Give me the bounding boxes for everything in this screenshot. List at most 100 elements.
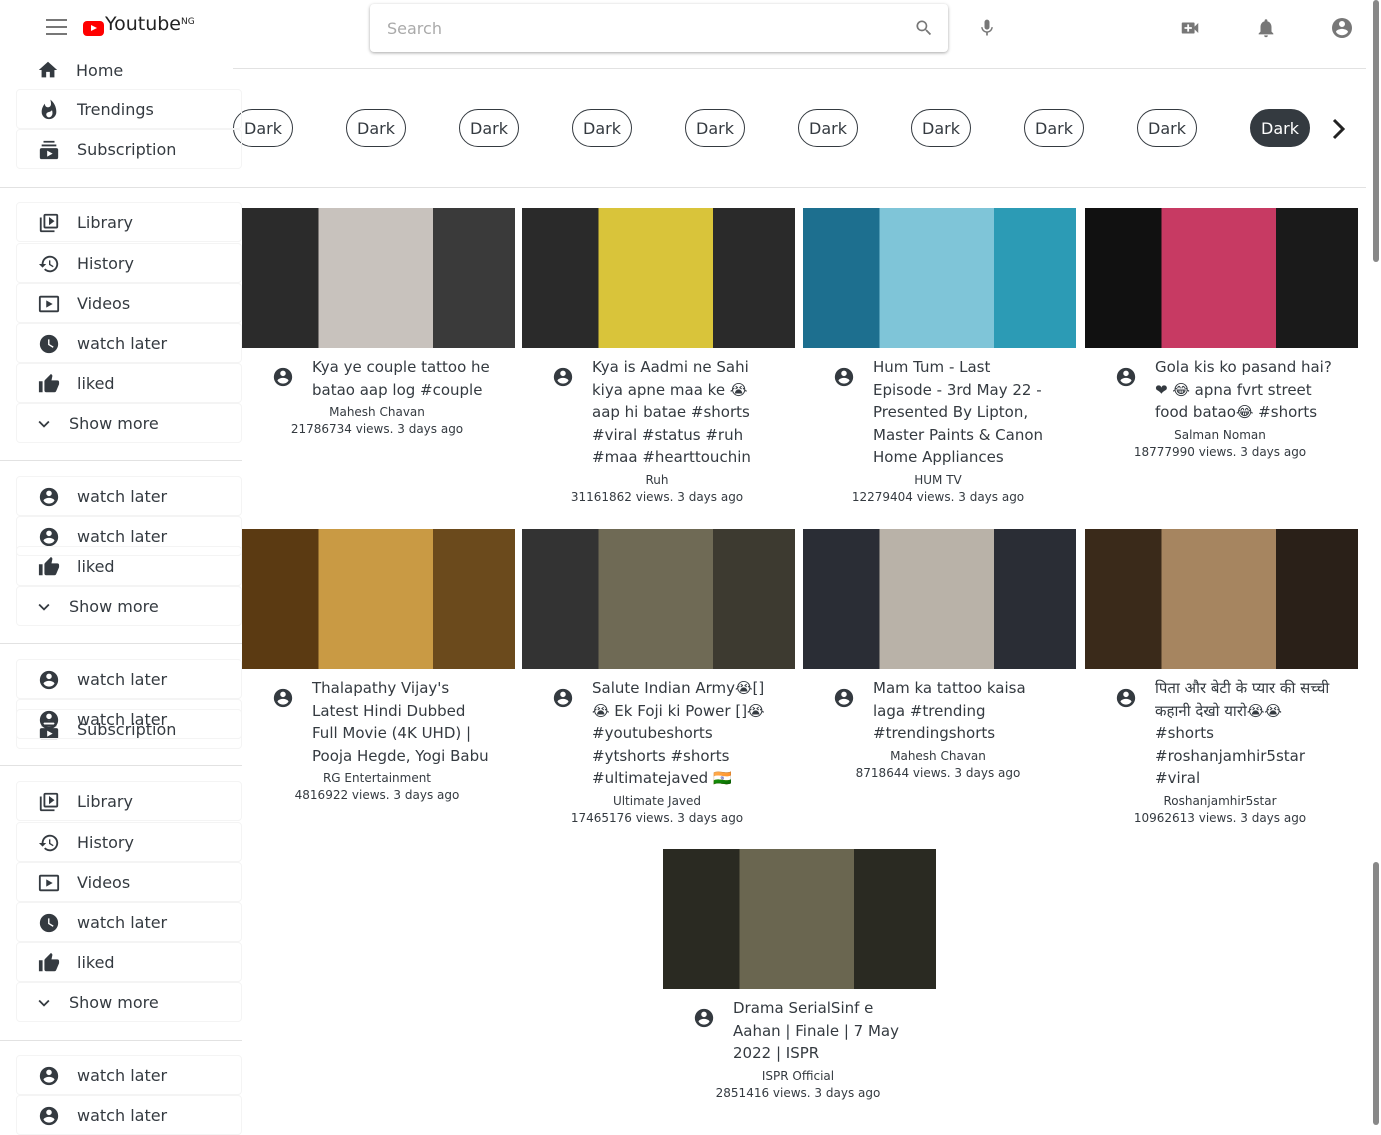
sidebar-item-show-more[interactable]: Show more — [16, 586, 242, 626]
channel-avatar-icon[interactable] — [552, 366, 574, 388]
chip-5[interactable]: Dark — [685, 109, 745, 147]
channel-avatar-icon[interactable] — [833, 687, 855, 709]
sidebar-item-watch-later[interactable]: watch later — [16, 1055, 242, 1095]
video-thumbnail[interactable] — [522, 208, 795, 348]
add-video-icon[interactable] — [1179, 16, 1201, 40]
channel-avatar-icon[interactable] — [693, 1007, 715, 1029]
video-thumbnail[interactable] — [522, 529, 795, 669]
channel-avatar-icon[interactable] — [272, 687, 294, 709]
video-thumbnail[interactable] — [242, 529, 515, 669]
sidebar-item-label: History — [77, 832, 134, 852]
library-icon — [39, 792, 59, 812]
sidebar-divider — [0, 643, 242, 644]
sidebar-item-history[interactable]: History — [16, 243, 242, 283]
sidebar-item-watch-later[interactable]: watch later — [16, 476, 242, 516]
chip-9[interactable]: Dark — [1137, 109, 1197, 147]
video-title[interactable]: पिता और बेटी के प्यार की सच्ची कहानी देख… — [1155, 677, 1335, 790]
chip-6[interactable]: Dark — [798, 109, 858, 147]
history-icon — [38, 834, 59, 852]
video-card[interactable]: Mam ka tattoo kaisa laga #trending #tren… — [803, 529, 1076, 780]
video-title[interactable]: Thalapathy Vijay's Latest Hindi Dubbed F… — [312, 677, 492, 767]
channel-avatar-icon[interactable] — [1115, 687, 1137, 709]
sidebar-item-subscription[interactable]: Subscription — [16, 129, 242, 169]
sidebar-item-show-more[interactable]: Show more — [16, 982, 242, 1022]
channel-avatar-icon[interactable] — [1115, 366, 1137, 388]
video-card[interactable]: Salute Indian Army😭[]😭 Ek Foji ki Power … — [522, 529, 795, 825]
scrollbar[interactable] — [1373, 0, 1379, 262]
sidebar-item-library[interactable]: Library — [16, 781, 242, 821]
video-thumbnail[interactable] — [242, 208, 515, 348]
channel-avatar-icon[interactable] — [552, 687, 574, 709]
sidebar-item-liked[interactable]: liked — [16, 363, 242, 403]
channel-name[interactable]: Mahesh Chavan — [242, 405, 512, 419]
sidebar-item-label: Library — [77, 791, 133, 811]
sidebar-item-watch-later[interactable]: watch later — [16, 1095, 242, 1135]
video-card[interactable]: Thalapathy Vijay's Latest Hindi Dubbed F… — [242, 529, 515, 802]
video-card[interactable]: Gola kis ko pasand hai?❤ 😂 apna fvrt str… — [1085, 208, 1358, 459]
chip-2[interactable]: Dark — [346, 109, 406, 147]
search-icon[interactable] — [914, 18, 934, 38]
video-title[interactable]: Salute Indian Army😭[]😭 Ek Foji ki Power … — [592, 677, 772, 790]
sidebar-item-watch-later[interactable]: watch later — [16, 323, 242, 363]
video-card[interactable]: Kya is Aadmi ne Sahi kiya apne maa ke 😭 … — [522, 208, 795, 504]
thumb-up-icon — [38, 556, 60, 576]
chevron-right-icon[interactable] — [1330, 118, 1348, 140]
logo-text: Youtube — [105, 13, 181, 35]
chip-1[interactable]: Dark — [233, 109, 293, 147]
channel-name[interactable]: Ruh — [522, 473, 792, 487]
chip-8[interactable]: Dark — [1024, 109, 1084, 147]
video-title[interactable]: Mam ka tattoo kaisa laga #trending #tren… — [873, 677, 1053, 745]
sidebar-item-videos[interactable]: Videos — [16, 283, 242, 323]
logo[interactable]: Youtube NG — [83, 13, 195, 36]
sidebar-item-videos[interactable]: Videos — [16, 862, 242, 902]
video-title[interactable]: Kya is Aadmi ne Sahi kiya apne maa ke 😭 … — [592, 356, 772, 469]
sidebar-item-label: Show more — [69, 596, 159, 616]
chip-10[interactable]: Dark — [1250, 109, 1310, 147]
video-thumbnail[interactable] — [663, 849, 936, 989]
channel-name[interactable]: Mahesh Chavan — [803, 749, 1073, 763]
notification-bell-icon[interactable] — [1255, 16, 1277, 40]
sidebar-item-show-more[interactable]: Show more — [16, 403, 242, 443]
video-card[interactable]: Kya ye couple tattoo he batao aap log #c… — [242, 208, 515, 436]
video-thumbnail[interactable] — [1085, 529, 1358, 669]
sidebar-item-label: Home — [76, 60, 124, 80]
sidebar-item-watch-later[interactable]: watch later — [16, 699, 242, 739]
sidebar-item-watch-later[interactable]: watch later — [16, 659, 242, 699]
sidebar-item-liked[interactable]: liked — [16, 942, 242, 982]
chip-4[interactable]: Dark — [572, 109, 632, 147]
chip-7[interactable]: Dark — [911, 109, 971, 147]
chip-3[interactable]: Dark — [459, 109, 519, 147]
microphone-icon[interactable] — [977, 16, 997, 40]
video-title[interactable]: Gola kis ko pasand hai?❤ 😂 apna fvrt str… — [1155, 356, 1335, 424]
sidebar-item-trendings[interactable]: Trendings — [16, 89, 242, 129]
menu-icon[interactable] — [46, 19, 67, 35]
video-thumbnail[interactable] — [803, 529, 1076, 669]
video-card[interactable]: Hum Tum - Last Episode - 3rd May 22 - Pr… — [803, 208, 1076, 504]
video-thumbnail[interactable] — [803, 208, 1076, 348]
video-title[interactable]: Drama SerialSinf e Aahan | Finale | 7 Ma… — [733, 997, 913, 1065]
chevron-down-icon — [38, 999, 50, 1007]
sidebar-item-watch-later[interactable]: watch later — [16, 902, 242, 942]
sidebar-item-liked[interactable]: liked — [16, 546, 242, 586]
video-card[interactable]: पिता और बेटी के प्यार की सच्ची कहानी देख… — [1085, 529, 1358, 825]
sidebar-item-library[interactable]: Library — [16, 202, 242, 242]
sidebar-item-history[interactable]: History — [16, 822, 242, 862]
channel-name[interactable]: HUM TV — [803, 473, 1073, 487]
sidebar-item-home[interactable]: Home — [16, 50, 242, 90]
channel-name[interactable]: Roshanjamhir5star — [1085, 794, 1355, 808]
video-title[interactable]: Kya ye couple tattoo he batao aap log #c… — [312, 356, 492, 401]
channel-avatar-icon[interactable] — [833, 366, 855, 388]
video-thumbnail[interactable] — [1085, 208, 1358, 348]
youtube-play-icon — [83, 21, 104, 36]
search-input[interactable]: Search — [370, 4, 948, 52]
scrollbar-lower[interactable] — [1373, 862, 1379, 1125]
channel-name[interactable]: ISPR Official — [663, 1069, 933, 1083]
channel-name[interactable]: Ultimate Javed — [522, 794, 792, 808]
video-card[interactable]: Drama SerialSinf e Aahan | Finale | 7 Ma… — [663, 849, 936, 1100]
channel-name[interactable]: RG Entertainment — [242, 771, 512, 785]
account-icon[interactable] — [1330, 16, 1354, 40]
channel-avatar-icon[interactable] — [272, 366, 294, 388]
video-title[interactable]: Hum Tum - Last Episode - 3rd May 22 - Pr… — [873, 356, 1053, 469]
chevron-down-icon — [38, 420, 50, 428]
channel-name[interactable]: Salman Noman — [1085, 428, 1355, 442]
